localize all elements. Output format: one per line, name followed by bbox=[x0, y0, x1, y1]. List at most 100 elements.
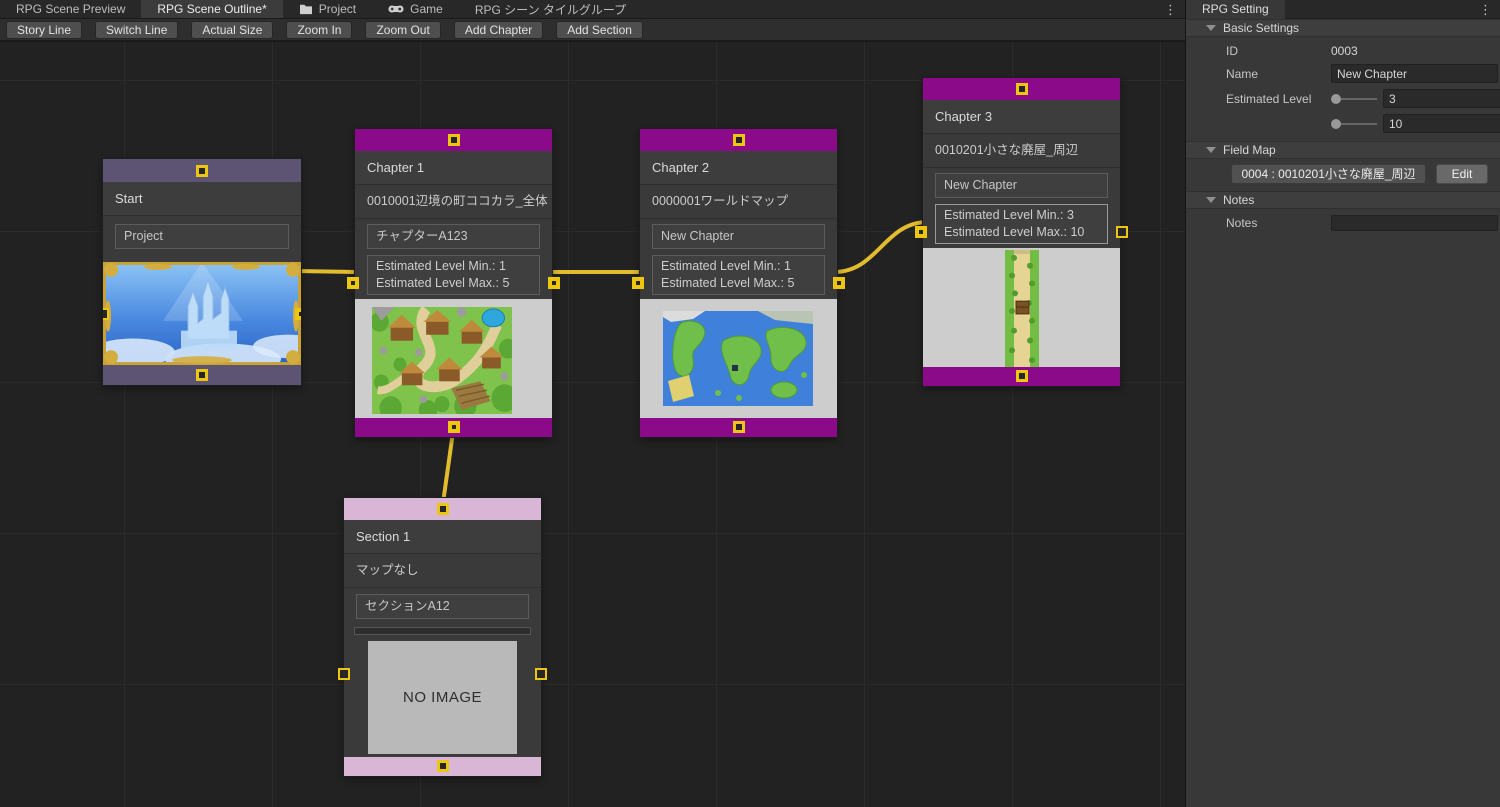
port-left[interactable] bbox=[347, 277, 359, 289]
port-top[interactable] bbox=[733, 134, 745, 146]
tab-label: Project bbox=[319, 2, 356, 16]
port-right[interactable] bbox=[1116, 226, 1128, 238]
port-right[interactable] bbox=[535, 668, 547, 680]
add-section-button[interactable]: Add Section bbox=[556, 21, 643, 39]
node-map-name: 0010201小さな廃屋_周辺 bbox=[923, 134, 1120, 168]
section-title: Basic Settings bbox=[1223, 19, 1299, 37]
notes-header[interactable]: Notes bbox=[1186, 191, 1500, 209]
zoom-in-button[interactable]: Zoom In bbox=[286, 21, 352, 39]
node-footer-band[interactable] bbox=[344, 757, 541, 776]
node-footer-band[interactable] bbox=[923, 367, 1120, 386]
node-footer-band[interactable] bbox=[355, 418, 552, 437]
edge-chapter2-to-chapter3 bbox=[834, 222, 928, 272]
node-chapter-3[interactable]: Chapter 3 0010201小さな廃屋_周辺 New Chapter Es… bbox=[923, 78, 1120, 386]
port-top[interactable] bbox=[437, 503, 449, 515]
foldout-icon bbox=[1206, 25, 1216, 31]
field-map-select-button[interactable]: 0004 : 0010201小さな廃屋_周辺 bbox=[1231, 164, 1426, 184]
field-map-header[interactable]: Field Map bbox=[1186, 141, 1500, 159]
tab-rpg-scene-outline[interactable]: RPG Scene Outline* bbox=[141, 0, 282, 18]
slider-track bbox=[1341, 123, 1377, 125]
node-footer-band[interactable] bbox=[103, 365, 301, 385]
folder-icon bbox=[299, 3, 313, 15]
estimated-level-max-row: Max. bbox=[1186, 111, 1500, 136]
estimated-level-max: Estimated Level Max.: 5 bbox=[661, 275, 816, 292]
field-map-row: 0004 : 0010201小さな廃屋_周辺 Edit bbox=[1186, 161, 1500, 187]
max-level-slider[interactable] bbox=[1331, 119, 1377, 129]
node-chapter-1[interactable]: Chapter 1 0010001辺境の町ココカラ_全体 チャプターA123 E… bbox=[355, 129, 552, 437]
inspector-menu-kebab-icon[interactable]: ⋮ bbox=[1479, 1, 1492, 18]
port-bottom[interactable] bbox=[437, 760, 449, 772]
slider-track bbox=[1341, 98, 1377, 100]
port-left[interactable] bbox=[103, 308, 109, 320]
node-header-band[interactable] bbox=[923, 78, 1120, 100]
gamepad-icon bbox=[388, 4, 404, 14]
no-image-placeholder: NO IMAGE bbox=[368, 641, 517, 754]
max-level-input[interactable] bbox=[1383, 114, 1500, 133]
node-title: Start bbox=[103, 182, 301, 216]
node-start[interactable]: Start Project bbox=[103, 159, 301, 385]
port-left[interactable] bbox=[915, 226, 927, 238]
story-line-button[interactable]: Story Line bbox=[6, 21, 82, 39]
tab-project[interactable]: Project bbox=[283, 0, 372, 18]
pane-menu-kebab-icon[interactable]: ⋮ bbox=[1164, 1, 1177, 18]
node-title: Chapter 3 bbox=[923, 100, 1120, 134]
node-graph-canvas[interactable]: Start Project bbox=[0, 42, 1185, 807]
slider-handle[interactable] bbox=[1331, 94, 1341, 104]
node-header-band[interactable] bbox=[355, 129, 552, 151]
min-level-input[interactable] bbox=[1383, 89, 1500, 108]
notes-row: Notes bbox=[1186, 212, 1500, 234]
port-right[interactable] bbox=[548, 277, 560, 289]
port-right[interactable] bbox=[833, 277, 845, 289]
node-section-1[interactable]: Section 1 マップなし セクションA12 NO IMAGE bbox=[344, 498, 541, 776]
chapter-name-field[interactable]: New Chapter bbox=[652, 224, 825, 249]
slider-handle[interactable] bbox=[1331, 119, 1341, 129]
start-name-field[interactable]: Project bbox=[115, 224, 289, 249]
chapter-name-field[interactable]: チャプターA123 bbox=[367, 224, 540, 249]
notes-input[interactable] bbox=[1331, 215, 1498, 231]
node-map-name: 0000001ワールドマップ bbox=[640, 185, 837, 219]
estimated-level-box: Estimated Level Min.: 1 Estimated Level … bbox=[652, 255, 825, 295]
name-input[interactable] bbox=[1331, 64, 1498, 83]
port-left[interactable] bbox=[632, 277, 644, 289]
zoom-out-button[interactable]: Zoom Out bbox=[365, 21, 440, 39]
field-map-edit-button[interactable]: Edit bbox=[1436, 164, 1488, 184]
node-footer-band[interactable] bbox=[640, 418, 837, 437]
node-chapter-2[interactable]: Chapter 2 0000001ワールドマップ New Chapter Est… bbox=[640, 129, 837, 437]
inspector-tab-bar: RPG Setting ⋮ bbox=[1186, 0, 1500, 19]
add-chapter-button[interactable]: Add Chapter bbox=[454, 21, 543, 39]
tab-rpg-scene-preview[interactable]: RPG Scene Preview bbox=[0, 0, 141, 18]
node-header-band[interactable] bbox=[344, 498, 541, 520]
node-header-band[interactable] bbox=[103, 159, 301, 182]
chapter-name-field[interactable]: New Chapter bbox=[935, 173, 1108, 198]
section1-map-image: NO IMAGE bbox=[344, 639, 541, 757]
port-bottom[interactable] bbox=[1016, 370, 1028, 382]
section-name-field[interactable]: セクションA12 bbox=[356, 594, 529, 619]
node-header-band[interactable] bbox=[640, 129, 837, 151]
min-level-slider[interactable] bbox=[1331, 94, 1377, 104]
tab-label: RPG シーン タイルグループ bbox=[475, 1, 626, 18]
editor-tab-bar: RPG Scene Preview RPG Scene Outline* Pro… bbox=[0, 0, 1185, 19]
actual-size-button[interactable]: Actual Size bbox=[191, 21, 273, 39]
section-port-bar bbox=[354, 627, 531, 635]
port-top[interactable] bbox=[196, 165, 208, 177]
port-bottom[interactable] bbox=[733, 421, 745, 433]
tab-rpg-setting[interactable]: RPG Setting bbox=[1186, 0, 1285, 19]
switch-line-button[interactable]: Switch Line bbox=[95, 21, 178, 39]
outline-toolbar: Story Line Switch Line Actual Size Zoom … bbox=[0, 19, 1185, 41]
tab-rpg-scene-tile-group[interactable]: RPG シーン タイルグループ bbox=[459, 0, 642, 18]
port-top[interactable] bbox=[448, 134, 460, 146]
estimated-level-box: Estimated Level Min.: 1 Estimated Level … bbox=[367, 255, 540, 295]
port-right[interactable] bbox=[295, 308, 301, 320]
port-bottom[interactable] bbox=[196, 369, 208, 381]
tab-game[interactable]: Game bbox=[372, 0, 459, 18]
id-row: ID 0003 bbox=[1186, 40, 1500, 61]
node-title: Section 1 bbox=[344, 520, 541, 554]
notes-label: Notes bbox=[1226, 216, 1331, 230]
basic-settings-header[interactable]: Basic Settings bbox=[1186, 19, 1500, 37]
port-top[interactable] bbox=[1016, 83, 1028, 95]
foldout-icon bbox=[1206, 147, 1216, 153]
port-left[interactable] bbox=[338, 668, 350, 680]
port-bottom[interactable] bbox=[448, 421, 460, 433]
estimated-level-max: Estimated Level Max.: 10 bbox=[944, 224, 1099, 241]
node-map-name: 0010001辺境の町ココカラ_全体 bbox=[355, 185, 552, 219]
